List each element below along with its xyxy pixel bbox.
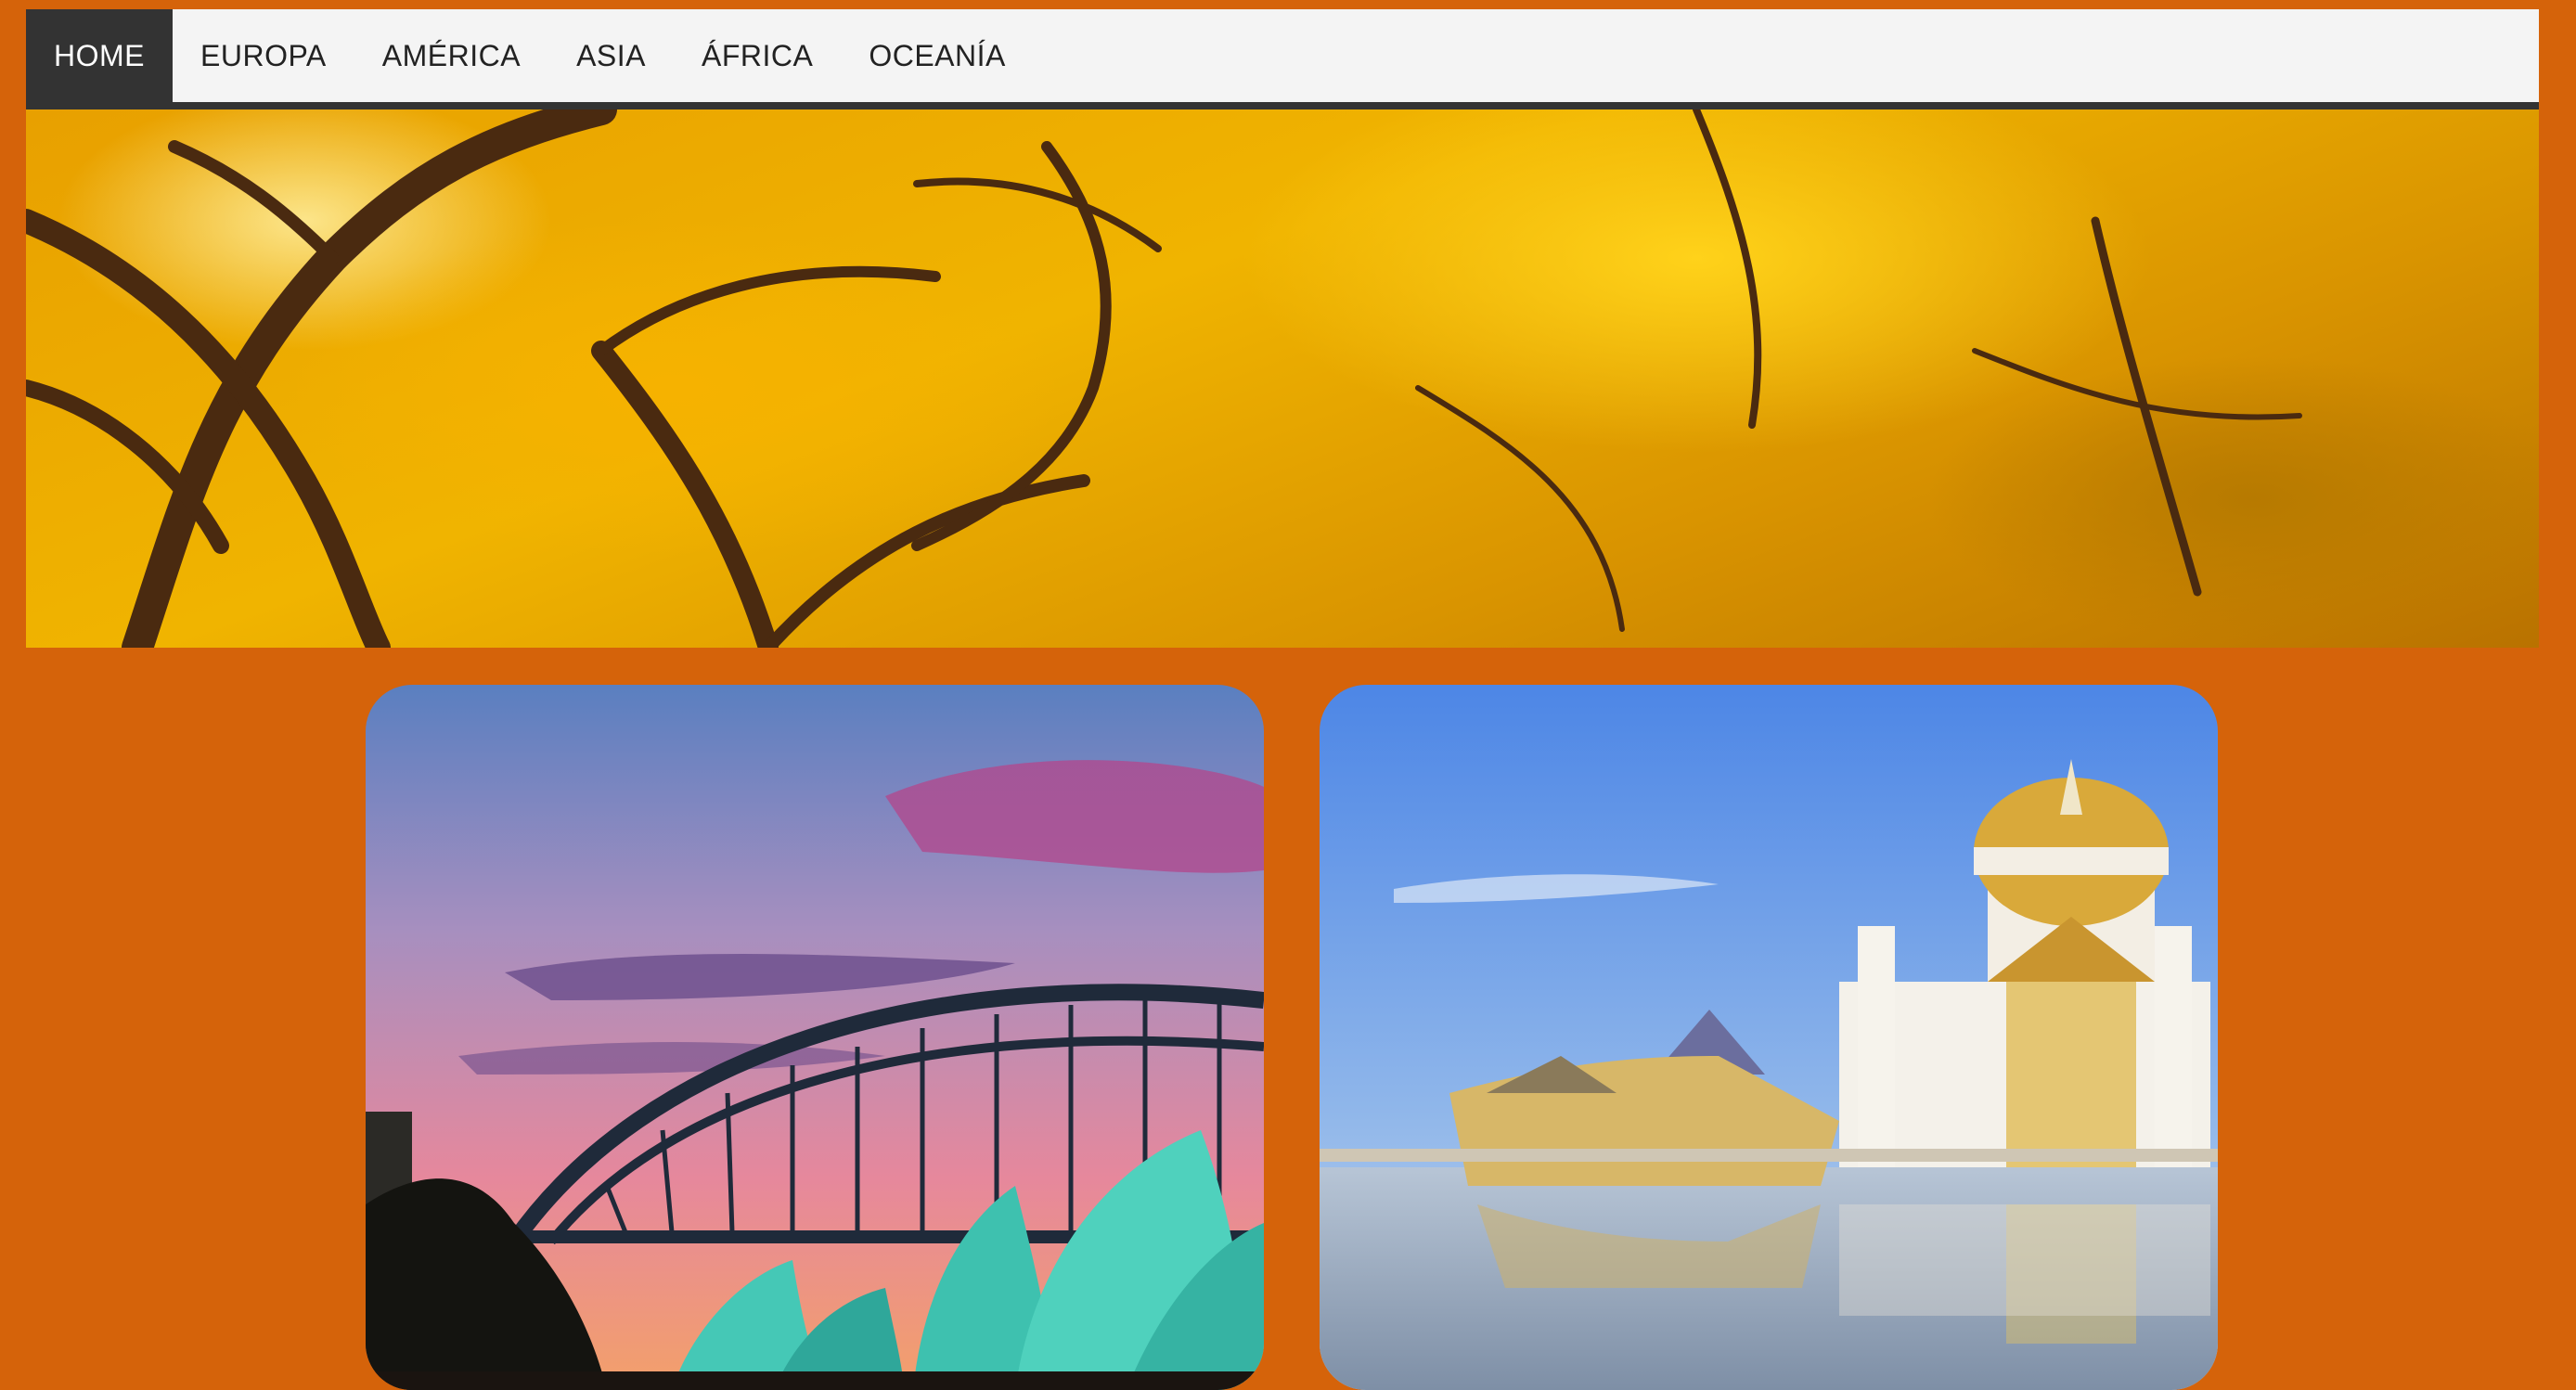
nav-item-asia[interactable]: ASIA	[548, 9, 674, 102]
hero-banner-autumn-trees	[26, 109, 2539, 648]
nav-item-oceania[interactable]: OCEANÍA	[841, 9, 1034, 102]
nav-item-home[interactable]: HOME	[26, 9, 173, 102]
tree-branches-illustration	[26, 109, 2302, 648]
mosque-waterfront-photo[interactable]	[1320, 685, 2218, 1390]
nav-item-america[interactable]: AMÉRICA	[354, 9, 548, 102]
nav-item-africa[interactable]: ÁFRICA	[674, 9, 841, 102]
main-navigation: HOME EUROPA AMÉRICA ASIA ÁFRICA OCEANÍA	[26, 9, 2539, 109]
sydney-opera-house-photo[interactable]	[366, 685, 1264, 1390]
nav-item-europa[interactable]: EUROPA	[173, 9, 354, 102]
sydney-scene	[366, 685, 1264, 1390]
mosque-scene	[1320, 685, 2218, 1390]
